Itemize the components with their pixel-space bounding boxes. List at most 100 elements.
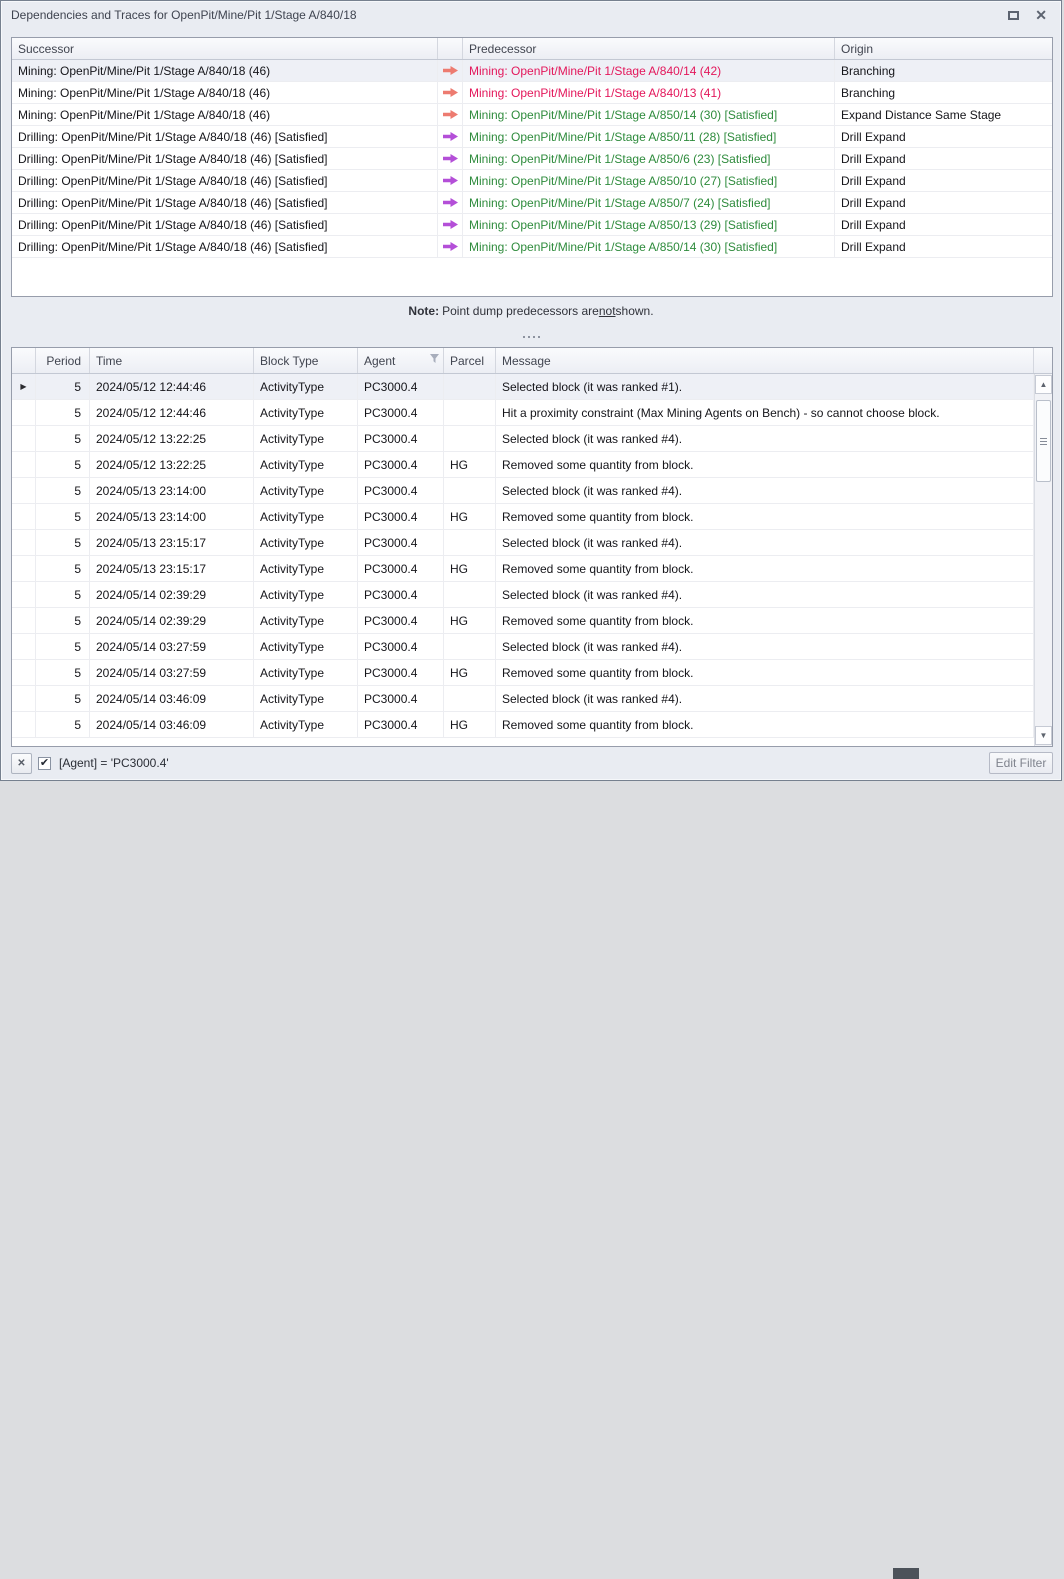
predecessor-cell: Mining: OpenPit/Mine/Pit 1/Stage A/840/1… bbox=[463, 82, 835, 103]
vertical-scrollbar[interactable]: ▲ ▼ bbox=[1034, 374, 1052, 746]
dependency-arrow-icon bbox=[443, 220, 458, 229]
scroll-down-icon[interactable]: ▼ bbox=[1035, 726, 1052, 745]
message-cell: Removed some quantity from block. bbox=[496, 712, 1034, 737]
trace-row[interactable]: 52024/05/12 13:22:25ActivityTypePC3000.4… bbox=[12, 452, 1052, 478]
time-cell: 2024/05/14 03:27:59 bbox=[90, 634, 254, 659]
agent-cell: PC3000.4 bbox=[358, 556, 444, 581]
dependency-row[interactable]: Mining: OpenPit/Mine/Pit 1/Stage A/840/1… bbox=[12, 60, 1052, 82]
trace-row[interactable]: 52024/05/14 03:27:59ActivityTypePC3000.4… bbox=[12, 634, 1052, 660]
dependency-row[interactable]: Mining: OpenPit/Mine/Pit 1/Stage A/840/1… bbox=[12, 82, 1052, 104]
row-indicator-cell bbox=[12, 504, 36, 529]
time-cell: 2024/05/12 13:22:25 bbox=[90, 426, 254, 451]
origin-cell: Drill Expand bbox=[835, 148, 1052, 169]
predecessor-cell: Mining: OpenPit/Mine/Pit 1/Stage A/850/1… bbox=[463, 126, 835, 147]
time-cell: 2024/05/12 12:44:46 bbox=[90, 374, 254, 399]
row-indicator-cell bbox=[12, 556, 36, 581]
column-header-parcel[interactable]: Parcel bbox=[444, 348, 496, 373]
filter-bar: ✕ ✔ [Agent] = 'PC3000.4' Edit Filter bbox=[11, 749, 1053, 777]
focused-row-arrow-icon: ▶ bbox=[20, 382, 26, 391]
column-header-block-type[interactable]: Block Type bbox=[254, 348, 358, 373]
dependency-row[interactable]: Mining: OpenPit/Mine/Pit 1/Stage A/840/1… bbox=[12, 104, 1052, 126]
parcel-cell bbox=[444, 582, 496, 607]
dependency-row[interactable]: Drilling: OpenPit/Mine/Pit 1/Stage A/840… bbox=[12, 126, 1052, 148]
scrollbar-thumb[interactable] bbox=[1036, 400, 1051, 482]
block-type-cell: ActivityType bbox=[254, 582, 358, 607]
period-cell: 5 bbox=[36, 504, 90, 529]
column-header-successor[interactable]: Successor bbox=[12, 38, 438, 59]
message-cell: Selected block (it was ranked #1). bbox=[496, 374, 1034, 399]
period-cell: 5 bbox=[36, 608, 90, 633]
close-icon[interactable]: ✕ bbox=[1035, 8, 1047, 22]
message-cell: Removed some quantity from block. bbox=[496, 452, 1034, 477]
parcel-cell bbox=[444, 400, 496, 425]
trace-row[interactable]: 52024/05/14 02:39:29ActivityTypePC3000.4… bbox=[12, 582, 1052, 608]
dependency-row[interactable]: Drilling: OpenPit/Mine/Pit 1/Stage A/840… bbox=[12, 148, 1052, 170]
trace-row[interactable]: 52024/05/13 23:15:17ActivityTypePC3000.4… bbox=[12, 556, 1052, 582]
block-type-cell: ActivityType bbox=[254, 608, 358, 633]
trace-row[interactable]: 52024/05/12 12:44:46ActivityTypePC3000.4… bbox=[12, 400, 1052, 426]
edit-filter-button[interactable]: Edit Filter bbox=[989, 752, 1053, 774]
message-cell: Selected block (it was ranked #4). bbox=[496, 530, 1034, 555]
dependency-row[interactable]: Drilling: OpenPit/Mine/Pit 1/Stage A/840… bbox=[12, 236, 1052, 258]
column-header-arrow[interactable] bbox=[438, 38, 463, 59]
message-cell: Selected block (it was ranked #4). bbox=[496, 686, 1034, 711]
row-indicator-cell bbox=[12, 634, 36, 659]
arrow-cell bbox=[438, 126, 463, 147]
row-indicator-cell bbox=[12, 426, 36, 451]
successor-cell: Drilling: OpenPit/Mine/Pit 1/Stage A/840… bbox=[12, 126, 438, 147]
message-cell: Selected block (it was ranked #4). bbox=[496, 478, 1034, 503]
dependency-grid-header: Successor Predecessor Origin bbox=[12, 38, 1052, 60]
row-indicator-cell bbox=[12, 712, 36, 737]
column-header-time[interactable]: Time bbox=[90, 348, 254, 373]
panel-splitter[interactable] bbox=[1, 329, 1061, 345]
arrow-cell bbox=[438, 214, 463, 235]
trace-row[interactable]: 52024/05/14 03:27:59ActivityTypePC3000.4… bbox=[12, 660, 1052, 686]
column-header-spacer bbox=[1034, 348, 1052, 373]
successor-cell: Drilling: OpenPit/Mine/Pit 1/Stage A/840… bbox=[12, 236, 438, 257]
trace-row[interactable]: 52024/05/12 13:22:25ActivityTypePC3000.4… bbox=[12, 426, 1052, 452]
predecessor-cell: Mining: OpenPit/Mine/Pit 1/Stage A/850/1… bbox=[463, 236, 835, 257]
dependency-row[interactable]: Drilling: OpenPit/Mine/Pit 1/Stage A/840… bbox=[12, 170, 1052, 192]
row-indicator-cell bbox=[12, 452, 36, 477]
clear-filter-button[interactable]: ✕ bbox=[11, 753, 32, 774]
predecessor-cell: Mining: OpenPit/Mine/Pit 1/Stage A/850/6… bbox=[463, 148, 835, 169]
parcel-cell bbox=[444, 478, 496, 503]
trace-row[interactable]: 52024/05/14 02:39:29ActivityTypePC3000.4… bbox=[12, 608, 1052, 634]
block-type-cell: ActivityType bbox=[254, 530, 358, 555]
filter-expression[interactable]: [Agent] = 'PC3000.4' bbox=[59, 756, 989, 770]
period-cell: 5 bbox=[36, 686, 90, 711]
arrow-cell bbox=[438, 236, 463, 257]
agent-cell: PC3000.4 bbox=[358, 504, 444, 529]
trace-row[interactable]: 52024/05/14 03:46:09ActivityTypePC3000.4… bbox=[12, 712, 1052, 738]
filter-enabled-checkbox[interactable]: ✔ bbox=[38, 757, 51, 770]
title-bar[interactable]: Dependencies and Traces for OpenPit/Mine… bbox=[1, 1, 1061, 31]
block-type-cell: ActivityType bbox=[254, 686, 358, 711]
maximize-icon[interactable] bbox=[1008, 11, 1019, 20]
arrow-cell bbox=[438, 148, 463, 169]
column-header-origin[interactable]: Origin bbox=[835, 38, 1052, 59]
trace-row[interactable]: 52024/05/13 23:14:00ActivityTypePC3000.4… bbox=[12, 478, 1052, 504]
parcel-cell: HG bbox=[444, 556, 496, 581]
period-cell: 5 bbox=[36, 530, 90, 555]
dependency-arrow-icon bbox=[443, 198, 458, 207]
trace-row[interactable]: ▶52024/05/12 12:44:46ActivityTypePC3000.… bbox=[12, 374, 1052, 400]
parcel-cell bbox=[444, 374, 496, 399]
column-header-period[interactable]: Period bbox=[36, 348, 90, 373]
time-cell: 2024/05/13 23:14:00 bbox=[90, 504, 254, 529]
column-header-row-indicator bbox=[12, 348, 36, 373]
origin-cell: Drill Expand bbox=[835, 192, 1052, 213]
origin-cell: Drill Expand bbox=[835, 170, 1052, 191]
filter-funnel-icon[interactable] bbox=[430, 354, 439, 363]
trace-row[interactable]: 52024/05/13 23:14:00ActivityTypePC3000.4… bbox=[12, 504, 1052, 530]
trace-row[interactable]: 52024/05/13 23:15:17ActivityTypePC3000.4… bbox=[12, 530, 1052, 556]
column-header-predecessor[interactable]: Predecessor bbox=[463, 38, 835, 59]
trace-row[interactable]: 52024/05/14 03:46:09ActivityTypePC3000.4… bbox=[12, 686, 1052, 712]
parcel-cell: HG bbox=[444, 660, 496, 685]
column-header-agent[interactable]: Agent bbox=[358, 348, 444, 373]
dependency-row[interactable]: Drilling: OpenPit/Mine/Pit 1/Stage A/840… bbox=[12, 192, 1052, 214]
scroll-up-icon[interactable]: ▲ bbox=[1035, 375, 1052, 394]
column-header-message[interactable]: Message bbox=[496, 348, 1034, 373]
agent-cell: PC3000.4 bbox=[358, 400, 444, 425]
dependency-row[interactable]: Drilling: OpenPit/Mine/Pit 1/Stage A/840… bbox=[12, 214, 1052, 236]
origin-cell: Expand Distance Same Stage bbox=[835, 104, 1052, 125]
